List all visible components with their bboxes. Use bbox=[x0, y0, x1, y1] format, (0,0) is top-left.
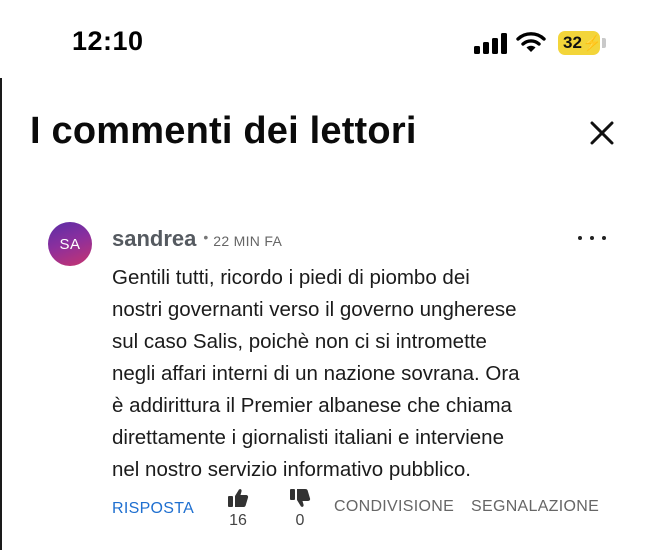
close-icon[interactable] bbox=[585, 116, 619, 150]
like-count: 16 bbox=[229, 512, 247, 529]
comment-body: Gentili tutti, ricordo i piedi di piombo… bbox=[112, 266, 520, 481]
meta-separator: • bbox=[203, 229, 209, 245]
charging-bolt-icon: ⚡ bbox=[582, 35, 602, 52]
battery-indicator: 32 ⚡ bbox=[558, 31, 602, 55]
dislike-count: 0 bbox=[295, 512, 305, 529]
thumbs-down-icon bbox=[290, 489, 311, 507]
dislike-button[interactable]: 0 bbox=[285, 488, 315, 530]
status-time: 12:10 bbox=[72, 26, 144, 56]
thumbs-up-icon bbox=[228, 489, 249, 507]
comment-author[interactable]: sandrea bbox=[112, 226, 196, 252]
page-title: I commenti dei lettori bbox=[30, 110, 417, 152]
comment-header: sandrea • 22 MIN FA bbox=[112, 226, 282, 252]
wifi-icon bbox=[516, 32, 546, 52]
battery-level: 32 bbox=[563, 33, 582, 52]
like-button[interactable]: 16 bbox=[223, 488, 253, 530]
comment-time: 22 MIN FA bbox=[213, 233, 283, 249]
battery-cap bbox=[602, 38, 606, 48]
window-edge bbox=[0, 78, 2, 550]
report-button[interactable]: SEGNALAZIONE bbox=[471, 498, 599, 516]
cellular-signal-icon bbox=[474, 32, 508, 54]
status-bar: 12:10 32 ⚡ bbox=[0, 0, 650, 88]
share-button[interactable]: CONDIVISIONE bbox=[334, 498, 454, 516]
more-options-icon[interactable] bbox=[578, 230, 606, 246]
avatar[interactable]: SA bbox=[48, 222, 92, 266]
reply-button[interactable]: RISPOSTA bbox=[112, 500, 194, 518]
